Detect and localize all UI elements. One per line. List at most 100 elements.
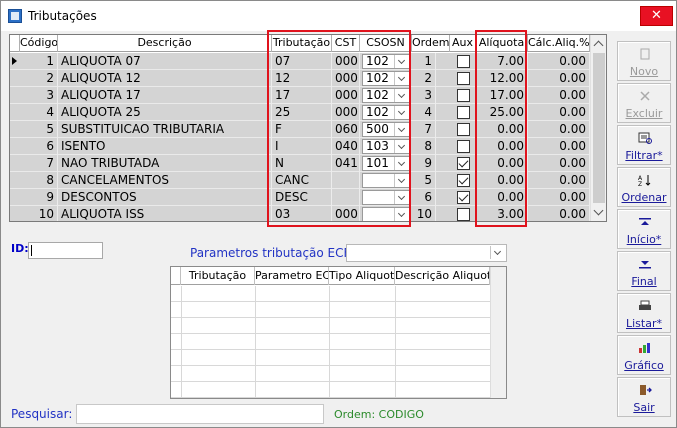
col-header-aux[interactable]: Aux xyxy=(450,35,476,52)
aux-checkbox[interactable] xyxy=(457,106,470,119)
cell-ordem[interactable]: 5 xyxy=(412,172,436,189)
title-bar[interactable]: Tributações ✕ xyxy=(1,1,676,31)
column-divider xyxy=(181,318,182,333)
cell-codigo[interactable]: 7 xyxy=(20,155,58,172)
ecf-table-row[interactable] xyxy=(171,366,490,382)
cell-calc[interactable]: 0.00 xyxy=(528,172,590,189)
close-button[interactable]: ✕ xyxy=(640,6,673,26)
column-divider xyxy=(395,382,396,397)
ecf-table-row[interactable] xyxy=(171,302,490,318)
aux-checkbox[interactable] xyxy=(457,191,470,204)
cell-codigo[interactable]: 5 xyxy=(20,121,58,138)
ecf-table-row[interactable] xyxy=(171,318,490,334)
ecf-grid-scrollbar[interactable] xyxy=(490,267,506,398)
aux-checkbox[interactable] xyxy=(457,89,470,102)
cell-ordem[interactable]: 9 xyxy=(412,155,436,172)
grid-vertical-scrollbar[interactable] xyxy=(590,35,606,221)
column-divider xyxy=(329,382,330,397)
cell-calc[interactable]: 0.00 xyxy=(528,189,590,206)
cell-ordem[interactable]: 7 xyxy=(412,121,436,138)
cell-descricao[interactable]: SUBSTITUICAO TRIBUTARIA xyxy=(58,121,272,138)
cell-ordem[interactable]: 2 xyxy=(412,70,436,87)
cell-codigo[interactable]: 1 xyxy=(20,53,58,70)
cell-calc[interactable]: 0.00 xyxy=(528,70,590,87)
column-divider xyxy=(255,334,256,349)
cell-ordem[interactable]: 8 xyxy=(412,138,436,155)
cell-codigo[interactable]: 10 xyxy=(20,206,58,221)
delete-icon xyxy=(638,90,652,102)
toolbar-button-last-record[interactable]: Final xyxy=(617,251,671,291)
ecf-table-row[interactable] xyxy=(171,286,490,302)
cell-ordem[interactable]: 3 xyxy=(412,87,436,104)
cell-codigo[interactable]: 2 xyxy=(20,70,58,87)
cell-codigo[interactable]: 4 xyxy=(20,104,58,121)
toolbar-button-delete[interactable]: Excluir xyxy=(617,83,671,123)
order-indicator: Ordem: CODIGO xyxy=(334,408,424,421)
id-input[interactable] xyxy=(28,242,103,259)
cell-calc[interactable]: 0.00 xyxy=(528,155,590,172)
search-input[interactable] xyxy=(76,404,324,424)
col-header-calc-aliq[interactable]: Cálc.Aliq.% xyxy=(528,35,590,52)
col-header-codigo[interactable]: Código xyxy=(20,35,58,52)
scroll-up-icon[interactable] xyxy=(593,40,604,51)
toolbar-button-printer[interactable]: Listar* xyxy=(617,293,671,333)
cell-codigo[interactable]: 3 xyxy=(20,87,58,104)
cell-codigo[interactable]: 8 xyxy=(20,172,58,189)
aux-checkbox[interactable] xyxy=(457,157,470,170)
cell-ordem[interactable]: 4 xyxy=(412,104,436,121)
col-header-ordem[interactable]: Ordem xyxy=(412,35,450,52)
toolbar-button-sort-az[interactable]: A Z Ordenar xyxy=(617,167,671,207)
cell-calc[interactable]: 0.00 xyxy=(528,104,590,121)
toolbar-button-bar-chart[interactable]: Gráfico xyxy=(617,335,671,375)
ecf-table-row[interactable] xyxy=(171,382,490,398)
cell-calc[interactable]: 0.00 xyxy=(528,87,590,104)
cell-calc[interactable]: 0.00 xyxy=(528,138,590,155)
cell-ordem[interactable]: 10 xyxy=(412,206,436,221)
col-header-descricao[interactable]: Descrição xyxy=(58,35,272,52)
aux-checkbox[interactable] xyxy=(457,123,470,136)
cell-ordem[interactable]: 6 xyxy=(412,189,436,206)
cell-codigo[interactable]: 9 xyxy=(20,189,58,206)
cell-descricao[interactable]: ISENTO xyxy=(58,138,272,155)
column-divider xyxy=(255,286,256,301)
toolbar-button-label: Novo xyxy=(629,65,659,78)
ecf-col-header-tributacao[interactable]: Tributação xyxy=(181,267,255,285)
cell-calc[interactable]: 0.00 xyxy=(528,121,590,138)
aux-checkbox[interactable] xyxy=(457,72,470,85)
cell-codigo[interactable]: 6 xyxy=(20,138,58,155)
aux-checkbox[interactable] xyxy=(457,55,470,68)
column-divider xyxy=(329,334,330,349)
ecf-table-row[interactable] xyxy=(171,350,490,366)
cell-ordem[interactable]: 1 xyxy=(412,53,436,70)
scroll-down-icon[interactable] xyxy=(593,205,604,216)
column-divider xyxy=(255,302,256,317)
aux-checkbox[interactable] xyxy=(457,208,470,221)
toolbar-button-filter[interactable]: Filtrar* xyxy=(617,125,671,165)
cell-calc[interactable]: 0.00 xyxy=(528,53,590,70)
cell-descricao[interactable]: DESCONTOS xyxy=(58,189,272,206)
cell-descricao[interactable]: ALIQUOTA 17 xyxy=(58,87,272,104)
cell-descricao[interactable]: ALIQUOTA 25 xyxy=(58,104,272,121)
aux-checkbox[interactable] xyxy=(457,174,470,187)
column-divider xyxy=(255,382,256,397)
toolbar-button-label: Gráfico xyxy=(624,359,664,372)
toolbar-button-exit-door[interactable]: Sair xyxy=(617,377,671,417)
ecf-col-header-tipo[interactable]: Tipo Aliquota xyxy=(329,267,395,285)
aux-checkbox[interactable] xyxy=(457,140,470,153)
scroll-thumb[interactable] xyxy=(593,53,605,203)
cell-descricao[interactable]: ALIQUOTA 07 xyxy=(58,53,272,70)
ecf-col-header-descricao[interactable]: Descrição Aliquota xyxy=(395,267,490,285)
toolbar-button-label: Início* xyxy=(626,233,662,246)
cell-descricao[interactable]: ALIQUOTA ISS xyxy=(58,206,272,221)
cell-descricao[interactable]: CANCELAMENTOS xyxy=(58,172,272,189)
cell-calc[interactable]: 0.00 xyxy=(528,206,590,221)
cell-descricao[interactable]: NAO TRIBUTADA xyxy=(58,155,272,172)
toolbar-button-new[interactable]: Novo xyxy=(617,41,671,81)
chevron-down-icon[interactable] xyxy=(490,246,505,259)
ecf-params-grid[interactable]: Tributação Parametro ECF Tipo Aliquota D… xyxy=(170,266,507,399)
ecf-params-select[interactable] xyxy=(346,244,507,262)
toolbar-button-first-record[interactable]: Início* xyxy=(617,209,671,249)
ecf-table-row[interactable] xyxy=(171,334,490,350)
cell-descricao[interactable]: ALIQUOTA 12 xyxy=(58,70,272,87)
ecf-col-header-parametro[interactable]: Parametro ECF xyxy=(255,267,329,285)
